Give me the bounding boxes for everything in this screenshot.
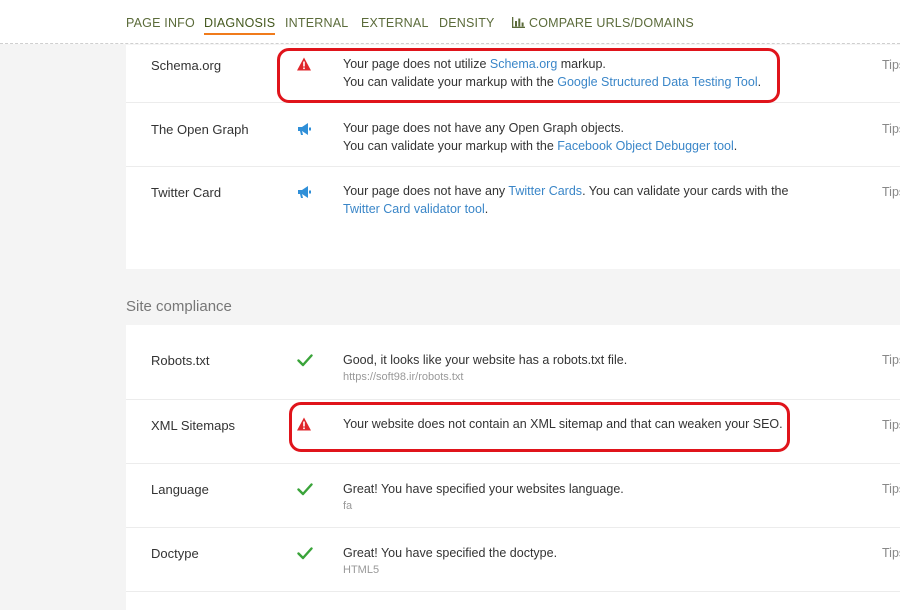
tab-page-info[interactable]: PAGE INFO [126, 16, 195, 30]
tips-link[interactable]: Tips [882, 122, 900, 136]
warning-icon [297, 57, 311, 71]
schema-org-link[interactable]: Schema.org [490, 57, 557, 71]
message-text: You can validate your markup with the [343, 75, 558, 89]
tab-diagnosis[interactable]: DIAGNOSIS [204, 16, 276, 35]
tips-link[interactable]: Tips [882, 418, 900, 432]
row-message: Your page does not have any Twitter Card… [343, 182, 828, 218]
message-text: . [757, 75, 762, 89]
message-text: . You can validate your cards with the [582, 184, 789, 198]
row-label: Twitter Card [151, 185, 222, 200]
megaphone-icon [298, 186, 311, 198]
row-label: Robots.txt [151, 353, 210, 368]
row-label: Language [151, 482, 209, 497]
table-row: The Open Graph Your page does not have a… [126, 103, 900, 167]
social-card: Schema.org Your page does not utilize Sc… [126, 45, 900, 269]
twitter-cards-link[interactable]: Twitter Cards [508, 184, 582, 198]
table-row: Robots.txt Good, it looks like your webs… [126, 325, 900, 400]
check-icon [297, 483, 313, 496]
table-row: Doctype Great! You have specified the do… [126, 528, 900, 592]
twitter-validator-link[interactable]: Twitter Card validator tool [343, 202, 485, 216]
row-message: Your page does not have any Open Graph o… [343, 119, 828, 155]
tips-link[interactable]: Tips [882, 353, 900, 367]
message-text: Your page does not have any Open Graph o… [343, 121, 624, 135]
tips-link[interactable]: Tips [882, 185, 900, 199]
megaphone-icon [298, 123, 311, 135]
check-icon [297, 354, 313, 367]
tips-link[interactable]: Tips [882, 58, 900, 72]
facebook-debugger-link[interactable]: Facebook Object Debugger tool [557, 139, 734, 153]
message-text: You can validate your markup with the [343, 139, 558, 153]
tab-compare-urls[interactable]: COMPARE URLS/DOMAINS [512, 16, 694, 30]
site-compliance-card: Robots.txt Good, it looks like your webs… [126, 325, 900, 610]
row-message: Your page does not utilize Schema.org ma… [343, 55, 828, 91]
message-text: . [484, 202, 489, 216]
message-text: Your page does not utilize [343, 57, 490, 71]
row-detail: fa [343, 500, 353, 512]
top-nav: PAGE INFO DIAGNOSIS INTERNAL EXTERNAL DE… [0, 0, 900, 44]
tab-compare-urls-label: COMPARE URLS/DOMAINS [529, 16, 694, 30]
table-row: Twitter Card Your page does not have any… [126, 167, 900, 269]
section-title: Site compliance [126, 298, 232, 315]
table-row: XML Sitemaps Your website does not conta… [126, 400, 900, 464]
tab-external[interactable]: EXTERNAL [361, 16, 429, 30]
message-text: Your page does not have any [343, 184, 509, 198]
row-label: Schema.org [151, 58, 222, 73]
table-row: Schema.org Your page does not utilize Sc… [126, 45, 900, 103]
tab-internal[interactable]: INTERNAL [285, 16, 348, 30]
row-message: Great! You have specified your websites … [343, 482, 624, 496]
row-label: Doctype [151, 546, 199, 561]
message-text: . [733, 139, 738, 153]
table-row: Language Great! You have specified your … [126, 464, 900, 528]
row-detail: HTML5 [343, 564, 380, 576]
row-label: XML Sitemaps [151, 418, 236, 433]
row-message: Your website does not contain an XML sit… [343, 417, 783, 431]
google-structured-data-link[interactable]: Google Structured Data Testing Tool [557, 75, 757, 89]
row-detail: https://soft98.ir/robots.txt [343, 371, 464, 383]
tips-link[interactable]: Tips [882, 546, 900, 560]
row-message: Good, it looks like your website has a r… [343, 353, 628, 367]
bar-chart-icon [512, 17, 525, 28]
row-label: The Open Graph [151, 122, 249, 137]
row-message: Great! You have specified the doctype. [343, 546, 558, 560]
tips-link[interactable]: Tips [882, 482, 900, 496]
message-text: markup. [557, 57, 606, 71]
check-icon [297, 547, 313, 560]
warning-icon [297, 417, 311, 431]
tab-density[interactable]: DENSITY [439, 16, 495, 30]
